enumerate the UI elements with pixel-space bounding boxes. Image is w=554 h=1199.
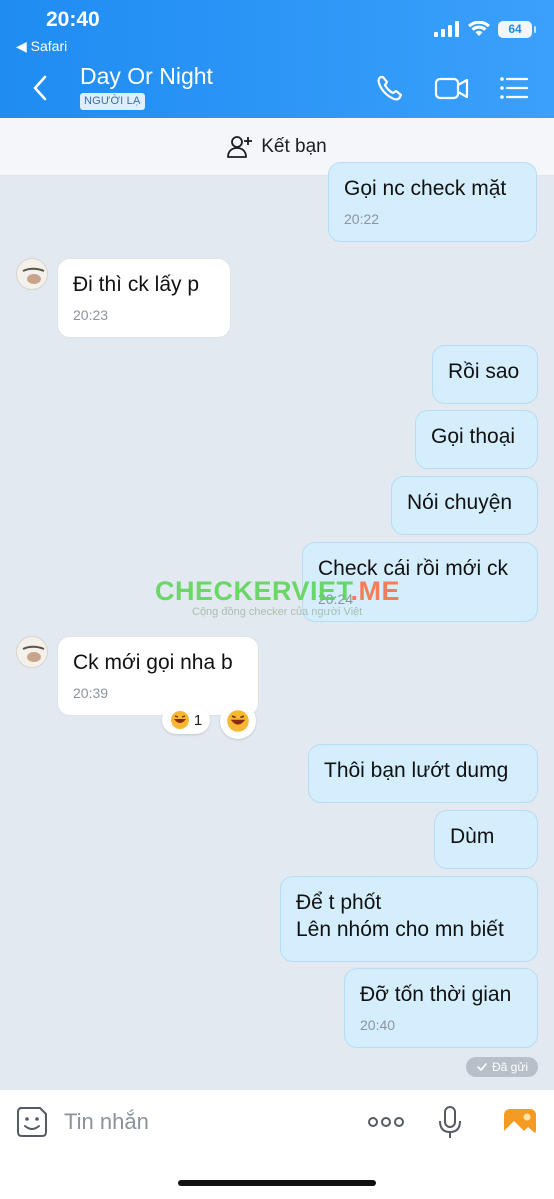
reaction-count: 1 [193,711,203,729]
back-button[interactable] [26,70,56,106]
sticker-button[interactable] [14,1104,50,1140]
emoji-sticker-icon [17,1107,47,1137]
message-text: Gọi nc check mặt [344,177,507,200]
message-text: Ck mới gọi nha b [73,651,233,674]
message-text-line: Lên nhóm cho mn biết [296,918,504,941]
message-bubble-outgoing[interactable]: Để t phốt Lên nhóm cho mn biết [280,876,538,962]
message-bubble-outgoing[interactable]: Rồi sao [432,345,538,404]
chat-header: 20:40 ◀ Safari 64 Day Or Night NGƯỜI LẠ [0,0,554,118]
watermark-brand: CHECKERVIET [155,576,351,606]
message-text: Thôi bạn lướt dumg [324,759,509,782]
video-call-icon [434,77,469,100]
message-bubble-outgoing[interactable]: Gọi thoại [415,410,538,469]
avatar-image-icon [22,267,45,284]
laugh-emoji-icon [170,711,189,729]
message-text-line: Để t phốt [296,891,382,914]
message-bubble-incoming[interactable]: Đi thì ck lấy p 20:23 [57,258,231,338]
microphone-icon [439,1106,461,1138]
chat-options-button[interactable] [496,70,532,106]
status-bar: 20:40 ◀ Safari 64 [0,0,554,58]
reaction-summary[interactable]: 1 [162,706,210,734]
message-text: Đi thì ck lấy p [73,273,200,296]
stranger-badge: NGƯỜI LẠ [80,93,145,110]
back-to-safari-link[interactable]: ◀ Safari [16,38,67,55]
chevron-left-icon [33,75,47,101]
more-options-button[interactable] [366,1104,404,1140]
contact-name[interactable]: Day Or Night [80,63,213,90]
voice-call-button[interactable] [372,70,408,106]
message-bubble-outgoing[interactable]: Dùm [434,810,538,869]
message-bubble-outgoing[interactable]: Thôi bạn lướt dumg [308,744,538,803]
watermark-tagline: Cộng đồng checker của người Việt [192,606,363,618]
battery-indicator: 64 [498,20,536,38]
phone-icon [377,75,403,101]
watermark-suffix: .ME [350,576,401,606]
avatar[interactable] [16,636,48,668]
laugh-emoji-icon [227,710,249,732]
message-time: 20:40 [360,1017,396,1033]
avatar-image-icon [22,645,45,662]
message-text: Đỡ tốn thời gian [360,983,512,1006]
home-indicator [178,1180,376,1186]
message-text: Rồi sao [448,360,520,383]
add-reaction-button[interactable] [220,703,256,739]
message-time: 20:39 [73,685,109,701]
clock: 20:40 [46,8,100,31]
message-bubble-outgoing[interactable]: Đỡ tốn thời gian 20:40 [344,968,538,1048]
message-time: 20:22 [344,211,380,227]
add-user-icon [227,135,253,158]
message-bubble-incoming[interactable]: Ck mới gọi nha b 20:39 [57,636,259,716]
signal-icon [434,21,459,37]
message-text: Nói chuyện [407,491,513,514]
message-bubble-outgoing[interactable]: Gọi nc check mặt 20:22 [328,162,537,242]
message-time: 20:23 [73,307,109,323]
system-icons: 64 [434,18,536,40]
message-input[interactable]: Tin nhắn [64,1109,149,1135]
watermark-logo: CHECKERVIET.ME [155,576,400,607]
avatar[interactable] [16,258,48,290]
menu-list-icon [500,77,529,99]
sent-status-badge: Đã gửi [466,1057,538,1077]
sent-status-label: Đã gửi [491,1060,529,1074]
more-dots-icon [368,1117,404,1127]
message-text: Dùm [450,825,495,848]
add-friend-label: Kết bạn [261,135,327,157]
message-bubble-outgoing[interactable]: Nói chuyện [391,476,538,535]
check-icon [477,1063,487,1072]
voice-message-button[interactable] [432,1104,468,1140]
video-call-button[interactable] [434,70,470,106]
message-text: Gọi thoại [431,425,516,448]
image-gallery-icon [504,1109,536,1136]
send-image-button[interactable] [502,1104,538,1140]
wifi-icon [468,21,490,36]
